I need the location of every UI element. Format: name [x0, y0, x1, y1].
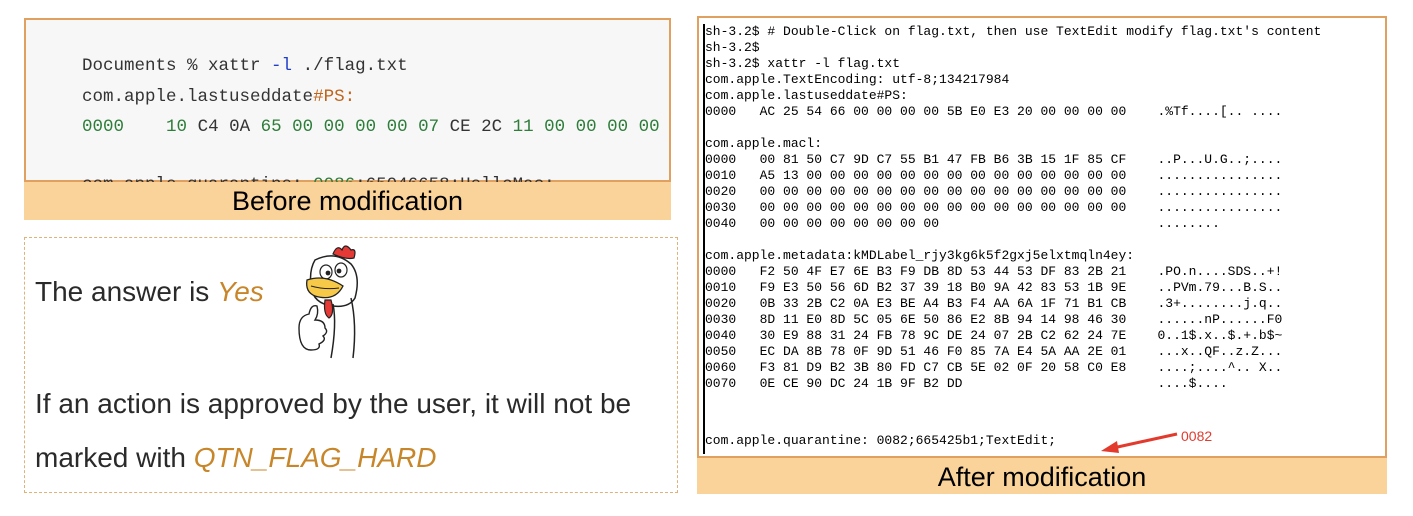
- code-line-hex: 0000 10 C4 0A 65 00 00 00 00 07 CE 2C 11…: [40, 97, 660, 157]
- terminal-line: 0020 00 00 00 00 00 00 00 00 00 00 00 00…: [705, 184, 1283, 199]
- terminal-line: 0050 EC DA 8B 78 0F 9D 51 46 F0 85 7A E4…: [705, 344, 1283, 359]
- terminal-line: com.apple.metadata:kMDLabel_rjy3kg6k5f2g…: [705, 248, 1135, 263]
- red-arrow-icon: [1101, 432, 1178, 453]
- terminal-line: 0000 AC 25 54 66 00 00 00 00 5B E0 E3 20…: [705, 104, 1283, 119]
- terminal-line: 0070 0E CE 90 DC 24 1B 9F B2 DD ....$...…: [705, 376, 1228, 391]
- terminal-line: sh-3.2$ # Double-Click on flag.txt, then…: [705, 24, 1322, 39]
- hex-offset: 0000: [82, 117, 125, 137]
- hex-bytes-4: CE 2C: [439, 117, 513, 137]
- hex-bytes-5: 11 00 00 00 00: [512, 117, 660, 137]
- hex-bytes-1: 10: [166, 117, 188, 137]
- terminal-line: 0010 F9 E3 50 56 6D B2 37 39 18 B0 9A 42…: [705, 280, 1283, 295]
- answer-prefix: The answer is: [35, 276, 218, 307]
- terminal-line: sh-3.2$ xattr -l flag.txt: [705, 56, 901, 71]
- before-caption: Before modification: [24, 182, 671, 220]
- terminal-line: 0060 F3 81 D9 B2 3B 80 FD C7 CB 5E 02 0F…: [705, 360, 1283, 375]
- terminal-line: 0030 8D 11 E0 8D 5C 05 6E 50 86 E2 8B 94…: [705, 312, 1283, 327]
- terminal-line: 0010 A5 13 00 00 00 00 00 00 00 00 00 00…: [705, 168, 1283, 183]
- terminal-line: 0040 00 00 00 00 00 00 00 00 ........: [705, 216, 1220, 231]
- explanation-prefix: marked with: [35, 442, 194, 473]
- before-code-panel: Documents % xattr -l ./flag.txt com.appl…: [24, 18, 671, 195]
- explanation-line-1: If an action is approved by the user, it…: [35, 388, 632, 419]
- terminal-line: 0000 F2 50 4F E7 6E B3 F9 DB 8D 53 44 53…: [705, 264, 1283, 279]
- answer-value: Yes: [217, 276, 264, 307]
- terminal-line: com.apple.macl:: [705, 136, 823, 151]
- hex-bytes-2: C4 0A: [187, 117, 261, 137]
- after-caption: After modification: [697, 458, 1387, 494]
- terminal-line: 0040 30 E9 88 31 24 FB 78 9C DE 24 07 2B…: [705, 328, 1283, 343]
- terminal-line: sh-3.2$: [705, 40, 760, 55]
- after-terminal-panel: sh-3.2$ # Double-Click on flag.txt, then…: [697, 16, 1387, 458]
- terminal-line: 0030 00 00 00 00 00 00 00 00 00 00 00 00…: [705, 200, 1283, 215]
- annotation-label: 0082: [1181, 428, 1213, 444]
- terminal-line: 0000 00 81 50 C7 9D C7 55 B1 47 FB B6 3B…: [705, 152, 1283, 167]
- terminal-line-quarantine: com.apple.quarantine: 0082;665425b1;Text…: [705, 433, 1057, 448]
- terminal-line: com.apple.lastuseddate#PS:: [705, 88, 908, 103]
- terminal-line: com.apple.TextEncoding: utf-8;134217984: [705, 72, 1010, 87]
- flag-name: QTN_FLAG_HARD: [193, 442, 437, 473]
- cartoon-chicken-thumbs-up-icon: [298, 245, 358, 359]
- explanation-line-2: marked with QTN_FLAG_HARD: [35, 442, 436, 474]
- hex-gap: [124, 117, 166, 137]
- answer-line: The answer is Yes: [35, 276, 264, 308]
- answer-panel: The answer is Yes If an action is approv…: [24, 237, 678, 493]
- hex-bytes-3: 65 00 00 00 00 07: [260, 117, 440, 137]
- terminal-line: 0020 0B 33 2B C2 0A E3 BE A4 B3 F4 AA 6A…: [705, 296, 1283, 311]
